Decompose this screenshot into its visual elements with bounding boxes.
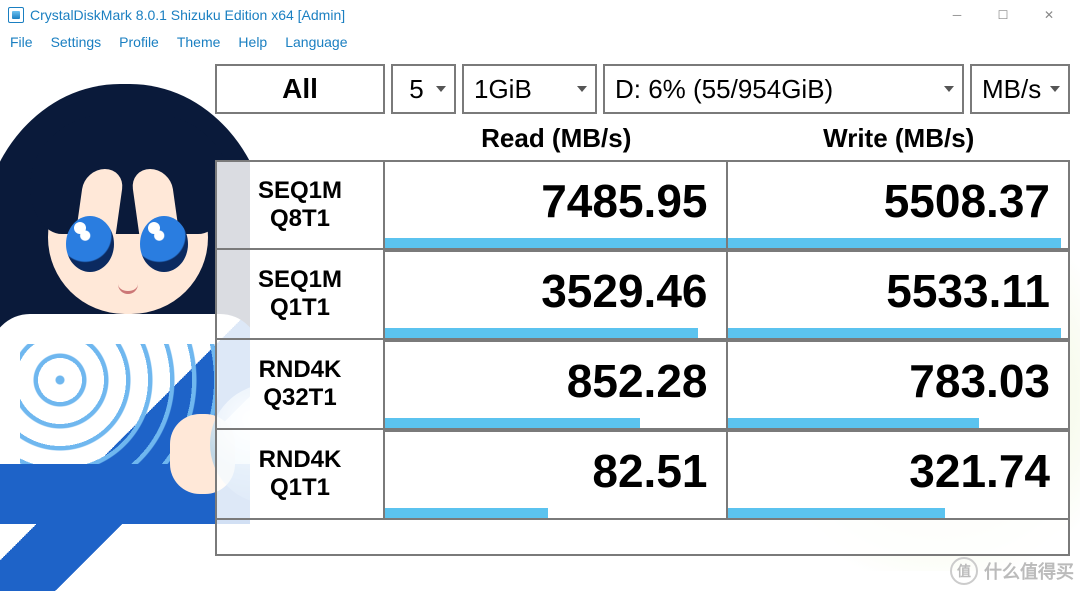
unit-value: MB/s [982, 74, 1041, 105]
test-label-line2: Q32T1 [263, 384, 336, 412]
write-value: 321.74 [909, 444, 1050, 498]
run-all-button[interactable]: All [215, 64, 385, 114]
minimize-button[interactable]: ─ [934, 0, 980, 30]
content-area: All 5 1GiB D: 6% (55/954GiB) MB/s [0, 54, 1080, 591]
app-window: CrystalDiskMark 8.0.1 Shizuku Edition x6… [0, 0, 1080, 591]
menu-theme[interactable]: Theme [177, 34, 221, 50]
chevron-down-icon [1050, 86, 1060, 92]
read-bar [385, 328, 698, 338]
test-label-line1: RND4K [259, 356, 342, 384]
test-label-line1: SEQ1M [258, 266, 342, 294]
header-row: Read (MB/s) Write (MB/s) [215, 116, 1070, 160]
read-value: 7485.95 [541, 174, 707, 228]
write-value-cell: 321.74 [728, 430, 1071, 520]
window-title: CrystalDiskMark 8.0.1 Shizuku Edition x6… [30, 7, 934, 23]
read-bar [385, 238, 726, 248]
close-button[interactable]: ✕ [1026, 0, 1072, 30]
test-button[interactable]: SEQ1MQ8T1 [215, 160, 385, 250]
write-header: Write (MB/s) [728, 116, 1071, 160]
read-value-cell: 82.51 [385, 430, 728, 520]
chevron-down-icon [577, 86, 587, 92]
write-value: 5508.37 [884, 174, 1050, 228]
write-value-cell: 5533.11 [728, 250, 1071, 340]
write-bar [728, 508, 946, 518]
write-bar [728, 238, 1062, 248]
write-value-cell: 783.03 [728, 340, 1071, 430]
maximize-button[interactable]: ☐ [980, 0, 1026, 30]
menu-profile[interactable]: Profile [119, 34, 159, 50]
read-bar [385, 508, 548, 518]
test-size-value: 1GiB [474, 74, 532, 105]
read-value: 852.28 [567, 354, 708, 408]
test-button[interactable]: RND4KQ32T1 [215, 340, 385, 430]
status-bar [215, 520, 1070, 556]
write-bar [728, 328, 1062, 338]
read-value: 82.51 [592, 444, 707, 498]
window-controls: ─ ☐ ✕ [934, 0, 1072, 30]
test-label-line2: Q1T1 [270, 474, 330, 502]
test-button[interactable]: SEQ1MQ1T1 [215, 250, 385, 340]
menu-settings[interactable]: Settings [51, 34, 102, 50]
test-label-line1: SEQ1M [258, 177, 342, 205]
read-bar [385, 418, 640, 428]
read-value-cell: 852.28 [385, 340, 728, 430]
test-label-line2: Q1T1 [270, 294, 330, 322]
test-label-line2: Q8T1 [270, 205, 330, 233]
write-value: 783.03 [909, 354, 1050, 408]
menubar: File Settings Profile Theme Help Languag… [0, 30, 1080, 54]
write-value: 5533.11 [886, 264, 1050, 318]
test-button[interactable]: RND4KQ1T1 [215, 430, 385, 520]
chevron-down-icon [944, 86, 954, 92]
write-bar [728, 418, 980, 428]
test-row: RND4KQ1T1 82.51 321.74 [215, 430, 1070, 520]
loops-value: 5 [409, 74, 423, 105]
read-header: Read (MB/s) [385, 116, 728, 160]
read-value: 3529.46 [541, 264, 707, 318]
unit-select[interactable]: MB/s [970, 64, 1070, 114]
benchmark-panel: All 5 1GiB D: 6% (55/954GiB) MB/s [215, 64, 1070, 556]
test-size-select[interactable]: 1GiB [462, 64, 597, 114]
titlebar: CrystalDiskMark 8.0.1 Shizuku Edition x6… [0, 0, 1080, 30]
watermark: 值 什么值得买 [950, 557, 1074, 585]
menu-language[interactable]: Language [285, 34, 347, 50]
watermark-badge: 值 [950, 557, 978, 585]
menu-file[interactable]: File [10, 34, 33, 50]
loops-select[interactable]: 5 [391, 64, 456, 114]
control-row: All 5 1GiB D: 6% (55/954GiB) MB/s [215, 64, 1070, 114]
read-value-cell: 7485.95 [385, 160, 728, 250]
read-value-cell: 3529.46 [385, 250, 728, 340]
watermark-text: 什么值得买 [984, 558, 1074, 584]
drive-select[interactable]: D: 6% (55/954GiB) [603, 64, 964, 114]
test-label-line1: RND4K [259, 446, 342, 474]
shizuku-artwork [0, 54, 250, 591]
test-row: SEQ1MQ1T1 3529.46 5533.11 [215, 250, 1070, 340]
drive-value: D: 6% (55/954GiB) [615, 74, 833, 105]
write-value-cell: 5508.37 [728, 160, 1071, 250]
app-icon [8, 7, 24, 23]
test-row: RND4KQ32T1 852.28 783.03 [215, 340, 1070, 430]
chevron-down-icon [436, 86, 446, 92]
menu-help[interactable]: Help [238, 34, 267, 50]
test-row: SEQ1MQ8T1 7485.95 5508.37 [215, 160, 1070, 250]
